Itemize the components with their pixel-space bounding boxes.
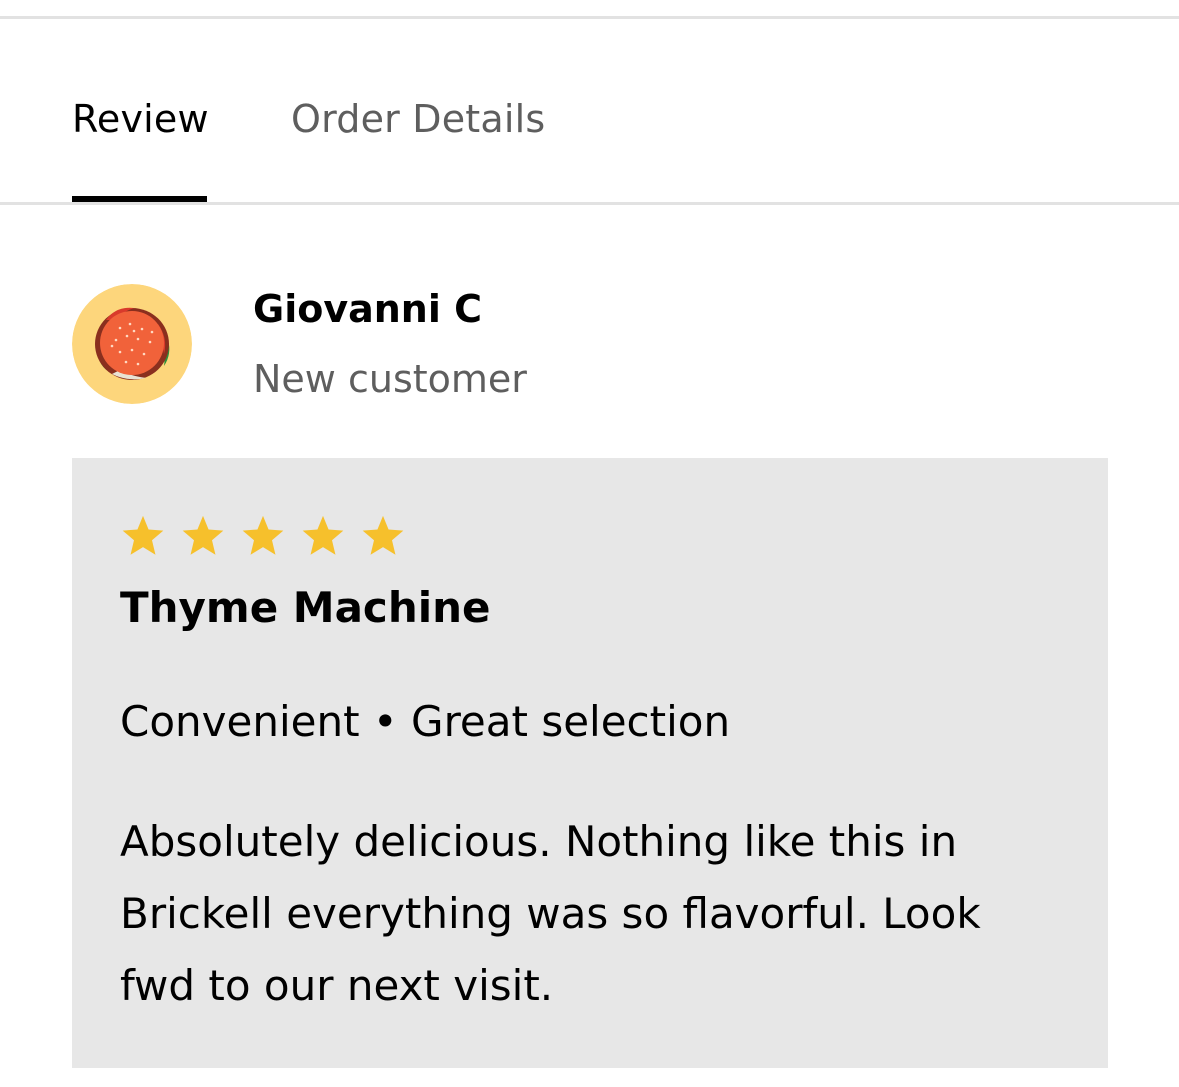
- tab-order-details[interactable]: Order Details: [291, 95, 545, 143]
- star-icon: [302, 515, 344, 555]
- star-icon: [182, 515, 224, 555]
- review-card: Thyme Machine Convenient • Great selecti…: [72, 458, 1108, 1068]
- restaurant-name: Thyme Machine: [120, 583, 491, 632]
- tab-bar: Review Order Details: [0, 19, 1179, 205]
- burger-icon: [72, 284, 192, 404]
- star-rating: [120, 513, 406, 559]
- review-text: Absolutely delicious. Nothing like this …: [120, 817, 981, 1010]
- reviewer-status: New customer: [253, 357, 527, 401]
- tab-review[interactable]: Review: [72, 95, 209, 143]
- review-tags: Convenient • Great selection: [120, 697, 731, 746]
- star-icon: [242, 515, 284, 555]
- reviewer-name: Giovanni C: [253, 287, 482, 331]
- star-icon: [122, 515, 164, 555]
- star-icon: [362, 515, 404, 555]
- tabs-divider: [0, 202, 1179, 205]
